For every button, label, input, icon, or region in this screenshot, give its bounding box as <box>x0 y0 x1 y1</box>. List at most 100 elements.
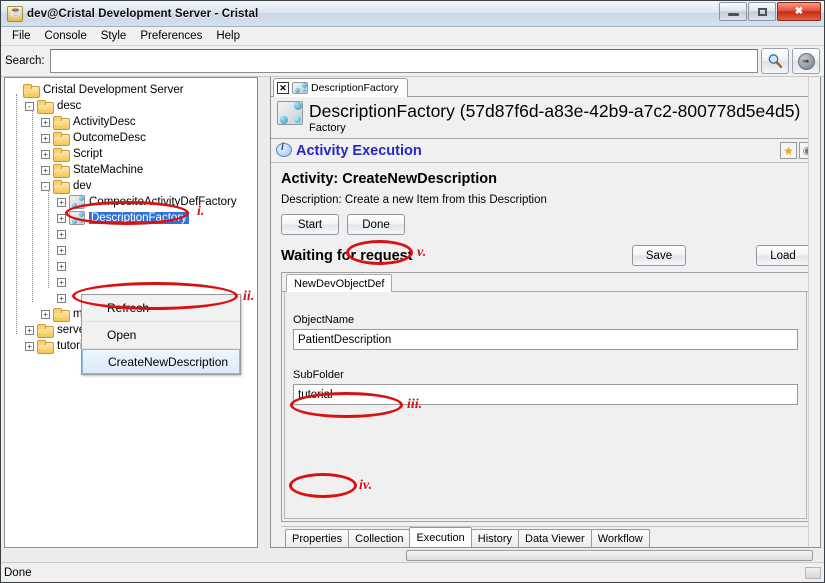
menu-item-file[interactable]: File <box>5 29 38 43</box>
activity-title: Activity: CreateNewDescription <box>281 171 497 187</box>
main-split-pane: Cristal Development Server - desc + Acti… <box>1 77 824 548</box>
form-fields: ObjectName SubFolder <box>284 292 807 519</box>
tab-workflow[interactable]: Workflow <box>590 529 650 547</box>
expand-handle[interactable]: + <box>57 261 66 271</box>
done-button[interactable]: Done <box>347 214 405 235</box>
tree-label: StateMachine <box>73 164 144 176</box>
tree-label: Script <box>73 148 103 160</box>
tree-node-statemachine[interactable]: + StateMachine <box>11 162 257 178</box>
activity-action-row: Start Done <box>281 214 810 235</box>
expand-handle[interactable]: + <box>57 245 66 255</box>
folder-icon <box>37 99 54 114</box>
tree-label: OutcomeDesc <box>73 132 146 144</box>
tree-guide-line <box>32 110 33 302</box>
menu-item-preferences[interactable]: Preferences <box>133 29 209 43</box>
context-menu-item-refresh[interactable]: Refresh <box>82 295 240 322</box>
folder-icon <box>53 147 70 162</box>
editor-tab-label: DescriptionFactory <box>311 82 399 94</box>
hscroll-thumb-right[interactable] <box>406 549 813 561</box>
outcome-form: NewDevObjectDef ObjectName SubFolder <box>281 272 810 522</box>
search-go-button[interactable]: ➠ <box>792 48 820 74</box>
resize-grip[interactable] <box>805 567 821 579</box>
tab-collection[interactable]: Collection <box>348 529 411 547</box>
tree-guide-line <box>48 190 49 288</box>
editor-header: DescriptionFactory (57d87f6d-a83e-42b9-a… <box>271 97 820 139</box>
window-title: dev@Cristal Development Server - Cristal <box>27 7 259 20</box>
tab-properties[interactable]: Properties <box>285 529 350 547</box>
section-title: Activity Execution <box>296 142 422 159</box>
status-bar-text: Done <box>4 566 32 579</box>
expand-handle[interactable]: + <box>41 117 50 127</box>
close-button[interactable]: ✖ <box>777 2 821 21</box>
tree-node-script[interactable]: + Script <box>11 146 257 162</box>
horizontal-scrollbar[interactable] <box>1 548 824 562</box>
folder-icon <box>53 115 70 130</box>
factory-icon <box>69 195 85 209</box>
application-window: dev@Cristal Development Server - Cristal… <box>0 0 825 583</box>
expand-handle[interactable]: + <box>41 149 50 159</box>
expand-handle[interactable]: + <box>41 165 50 175</box>
expand-handle[interactable]: + <box>25 325 34 335</box>
context-menu-item-open[interactable]: Open <box>82 322 240 349</box>
window-controls: ✖ <box>719 2 821 21</box>
expand-handle[interactable]: + <box>57 277 66 287</box>
form-tab-newdevobjectdef[interactable]: NewDevObjectDef <box>286 274 393 292</box>
tree-label: CompositeActivityDefFactory <box>89 196 237 208</box>
menu-bar: File Console Style Preferences Help <box>1 27 824 46</box>
maximize-button[interactable] <box>748 2 776 21</box>
tree-node-outcomedesc[interactable]: + OutcomeDesc <box>11 130 257 146</box>
search-bar: Search: ➠ <box>1 46 824 77</box>
page-subtitle: Factory <box>309 122 346 134</box>
context-menu: Refresh Open CreateNewDescription <box>81 294 241 375</box>
objectname-input[interactable] <box>293 329 798 350</box>
field-group-objectname: ObjectName <box>293 314 798 350</box>
expand-handle[interactable]: + <box>57 197 66 207</box>
tree-node-activitydesc[interactable]: + ActivityDesc <box>11 114 257 130</box>
tree-node-root[interactable]: Cristal Development Server <box>11 82 257 98</box>
tree-label: Cristal Development Server <box>43 84 184 96</box>
tab-history[interactable]: History <box>470 529 519 547</box>
tree-node-desc[interactable]: - desc <box>11 98 257 114</box>
folder-icon <box>53 131 70 146</box>
expand-handle[interactable]: + <box>57 229 66 239</box>
factory-icon <box>277 101 303 125</box>
field-group-subfolder: SubFolder <box>293 369 798 405</box>
save-button[interactable]: Save <box>632 245 686 266</box>
editor-vertical-scrollbar[interactable] <box>808 77 820 547</box>
title-bar: dev@Cristal Development Server - Cristal… <box>1 1 824 27</box>
expand-handle[interactable]: + <box>57 293 66 303</box>
tree-label-selected: DescriptionFactory <box>89 212 189 224</box>
tab-data-viewer[interactable]: Data Viewer <box>518 529 592 547</box>
activity-execution-body: Activity: CreateNewDescription Descripti… <box>271 163 820 547</box>
expand-handle[interactable]: + <box>25 341 34 351</box>
activity-status-row: Waiting for request Save Load <box>281 245 810 266</box>
folder-icon <box>37 323 54 338</box>
expand-handle[interactable]: + <box>41 309 50 319</box>
minimize-button[interactable] <box>719 2 747 21</box>
section-header: Activity Execution ★ ◉ <box>271 139 820 163</box>
objectname-label: ObjectName <box>293 314 355 326</box>
favorite-button[interactable]: ★ <box>780 142 797 159</box>
editor-tab-strip: ✕ DescriptionFactory <box>271 77 820 97</box>
start-button[interactable]: Start <box>281 214 339 235</box>
editor-bottom-tabs: Properties Collection Execution History … <box>281 526 810 547</box>
close-icon[interactable]: ✕ <box>277 82 289 94</box>
split-divider[interactable] <box>258 77 270 548</box>
info-balloon-icon <box>276 142 292 158</box>
tree-label: ActivityDesc <box>73 116 136 128</box>
folder-icon <box>37 339 54 354</box>
menu-item-help[interactable]: Help <box>209 29 247 43</box>
factory-icon <box>69 211 85 225</box>
tab-execution[interactable]: Execution <box>409 527 472 547</box>
search-button[interactable] <box>761 48 789 74</box>
editor-tab-descriptionfactory[interactable]: ✕ DescriptionFactory <box>273 78 408 97</box>
subfolder-input[interactable] <box>293 384 798 405</box>
search-input[interactable] <box>49 49 758 73</box>
expand-handle[interactable]: + <box>57 213 66 223</box>
menu-item-console[interactable]: Console <box>38 29 94 43</box>
load-button[interactable]: Load <box>756 245 810 266</box>
context-menu-item-createnewdescription[interactable]: CreateNewDescription <box>82 349 240 374</box>
menu-item-style[interactable]: Style <box>94 29 134 43</box>
expand-handle[interactable]: + <box>41 133 50 143</box>
arrow-right-icon: ➠ <box>797 52 815 70</box>
